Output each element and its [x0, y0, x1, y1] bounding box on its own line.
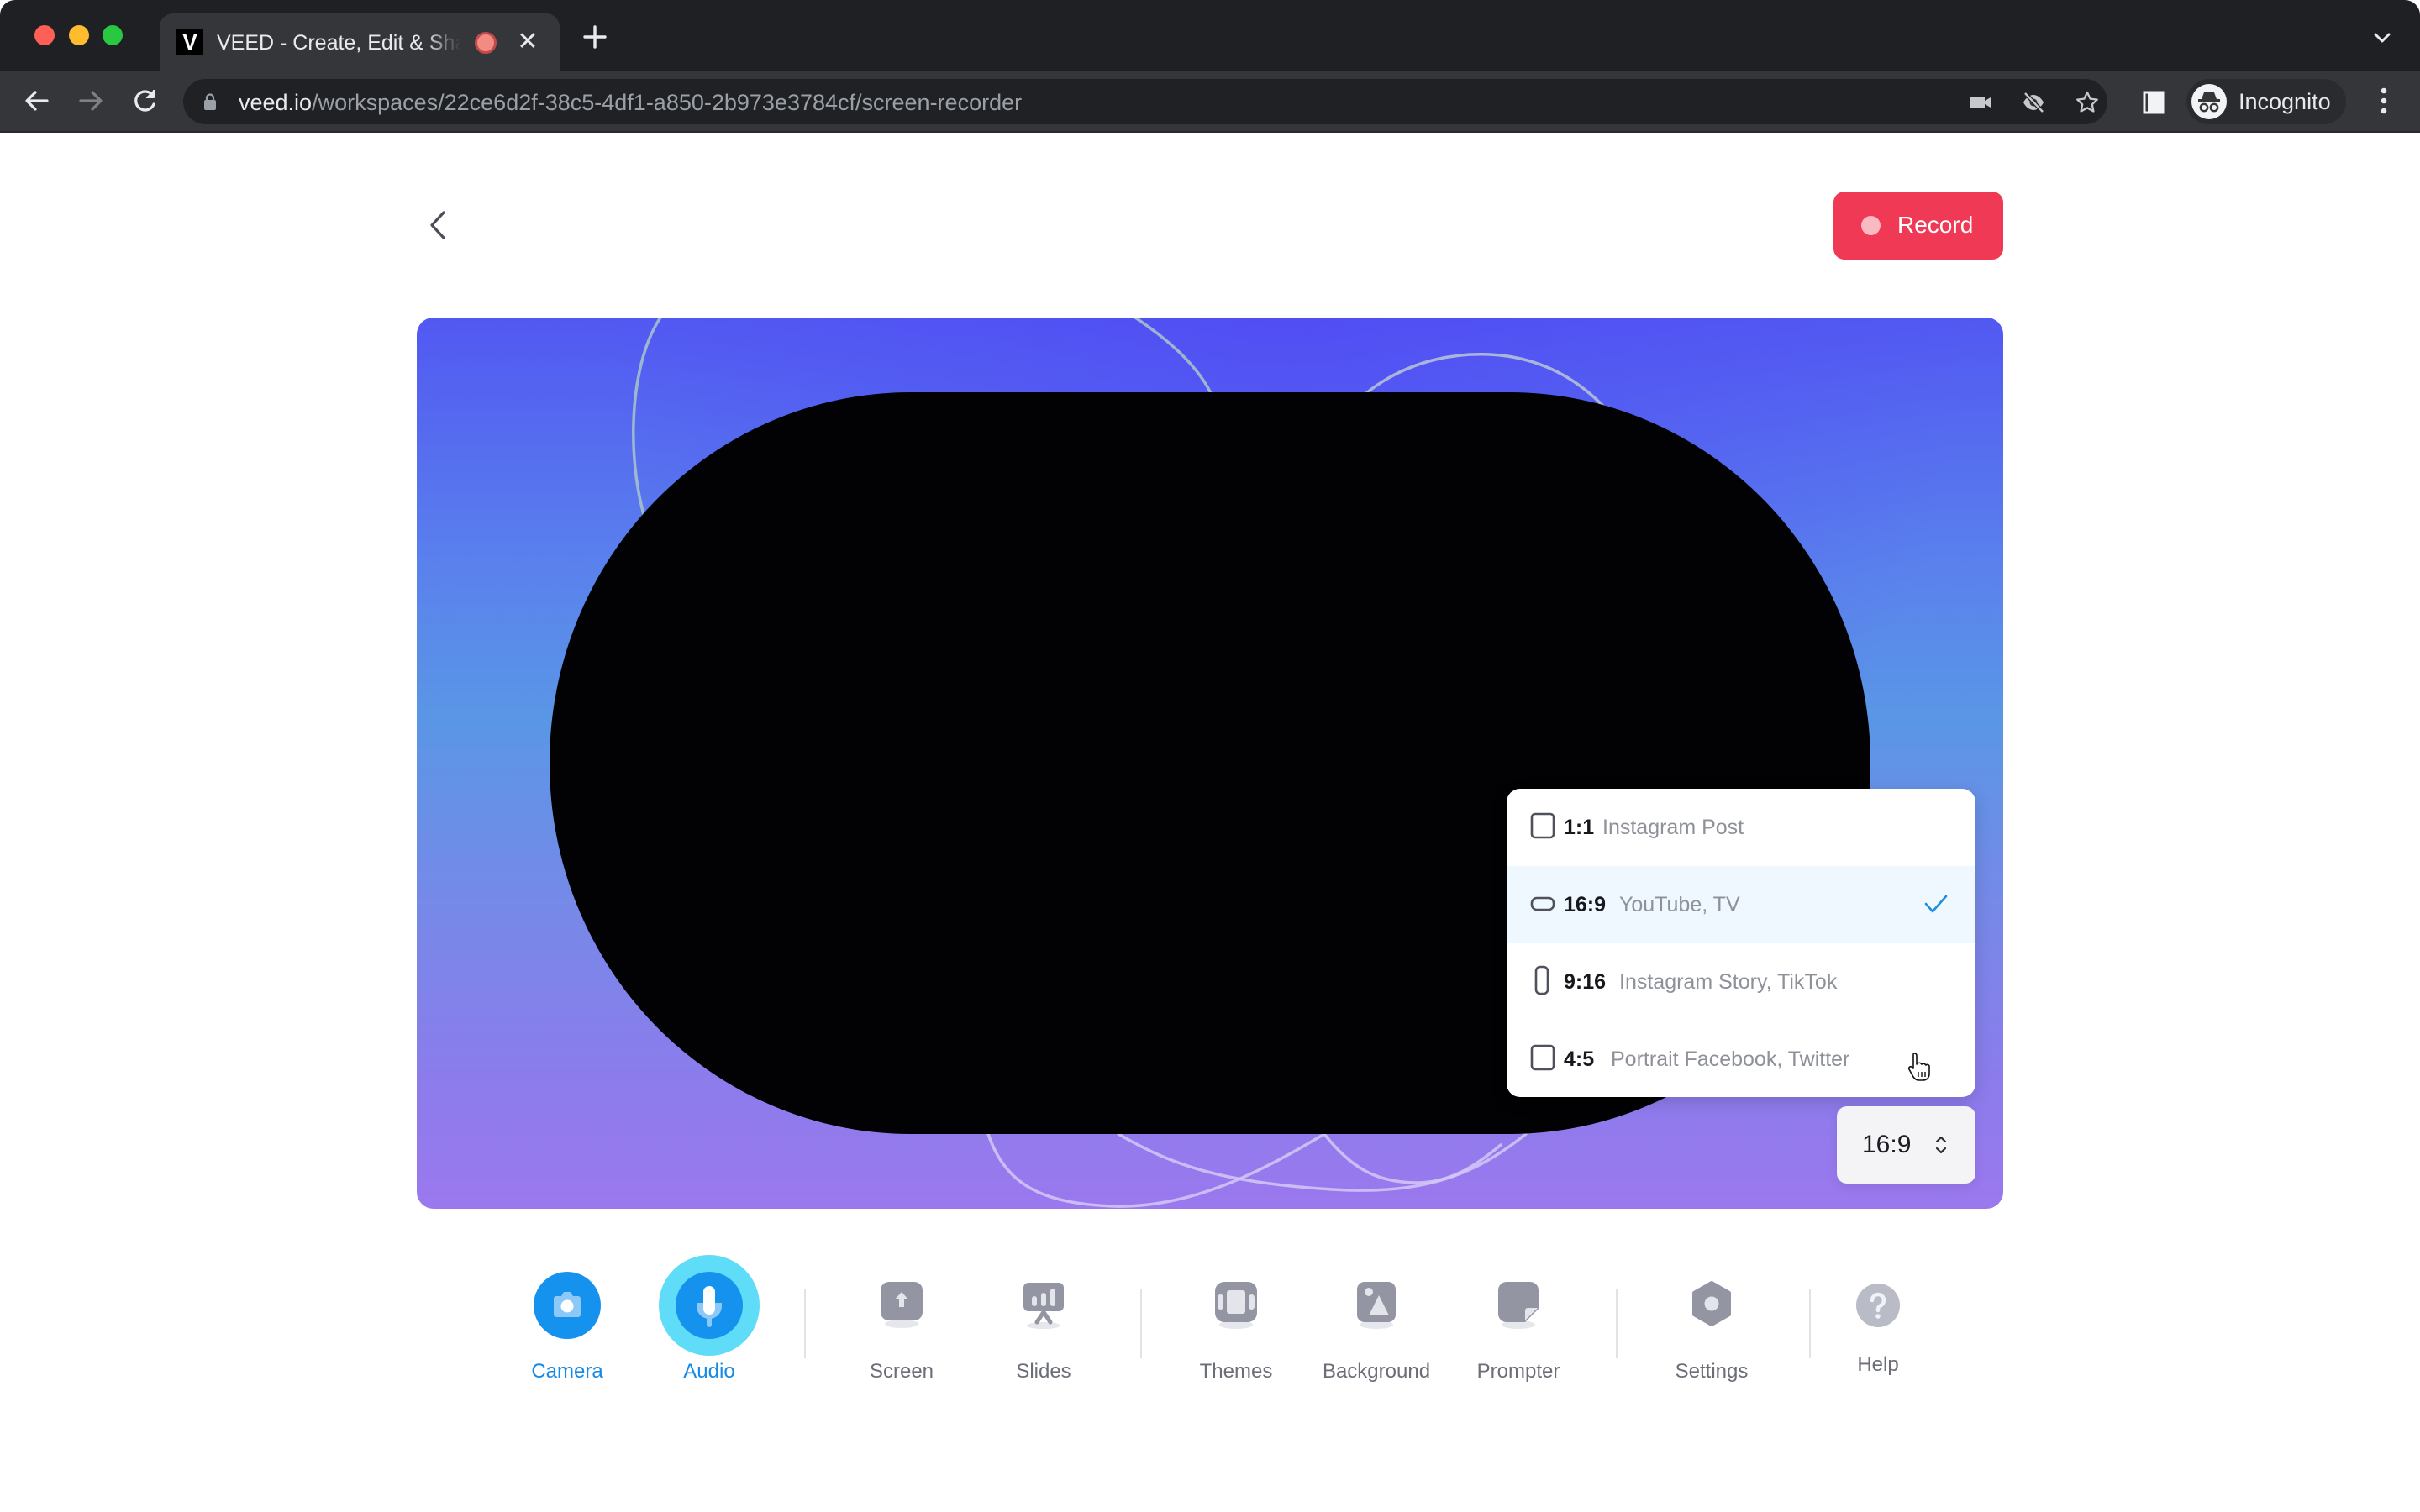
tab-title: VEED - Create, Edit & Share Videos Onlin… [217, 31, 460, 55]
toolbar-label: Prompter [1476, 1360, 1560, 1383]
chevron-up-down-icon [1935, 1136, 1947, 1154]
help-icon [1856, 1284, 1900, 1327]
tab-close-button[interactable]: ✕ [513, 27, 543, 57]
toolbar-label: Audio [683, 1360, 735, 1383]
chevron-left-icon [430, 211, 445, 239]
checkmark-icon [1924, 895, 1948, 913]
new-tab-button[interactable] [580, 22, 610, 52]
toolbar-help-button[interactable]: Help [1811, 1252, 1945, 1394]
landscape-icon [1530, 896, 1555, 911]
slides-icon [1023, 1283, 1064, 1329]
themes-icon [1215, 1282, 1257, 1329]
url-path: /workspaces/22ce6d2f-38c5-4df1-a850-2b97… [312, 90, 1023, 115]
window-minimize-button[interactable] [69, 25, 89, 45]
incognito-label: Incognito [2238, 89, 2331, 114]
incognito-profile-button[interactable]: Incognito [2186, 79, 2346, 124]
star-icon[interactable] [2075, 90, 2100, 115]
browser-toolbar: veed.io/workspaces/22ce6d2f-38c5-4df1-a8… [0, 71, 2420, 133]
aspect-option-ratio: 9:16 [1564, 970, 1607, 994]
tab-search-button[interactable] [2370, 25, 2395, 50]
lock-icon [204, 93, 216, 110]
browser-tab-bar: V VEED - Create, Edit & Share Videos Onl… [0, 0, 2420, 71]
reload-icon [134, 90, 155, 112]
aspect-ratio-value: 16:9 [1862, 1131, 1912, 1158]
eye-off-icon[interactable] [2021, 90, 2046, 115]
hand-cursor-icon [1907, 1053, 1930, 1081]
screen-share-icon [881, 1282, 923, 1328]
side-panel-icon[interactable] [2141, 90, 2166, 115]
url-text[interactable]: veed.io/workspaces/22ce6d2f-38c5-4df1-a8… [239, 89, 1022, 116]
record-dot-icon [1861, 216, 1881, 235]
aspect-option-ratio: 1:1 [1564, 816, 1595, 839]
camera-in-use-icon[interactable] [1968, 90, 1993, 115]
toolbar-label: Help [1857, 1353, 1899, 1376]
toolbar-prompter-button[interactable]: Prompter [1451, 1252, 1586, 1394]
arrow-right-icon [79, 91, 103, 111]
browser-menu-button[interactable] [2371, 84, 2396, 118]
prompter-icon [1498, 1282, 1539, 1329]
toolbar-label: Camera [531, 1360, 603, 1383]
aspect-ratio-dropdown[interactable]: 16:9 [1837, 1106, 1975, 1184]
toolbar-label: Themes [1199, 1360, 1273, 1383]
microphone-icon [659, 1255, 760, 1356]
aspect-option-description: Instagram Post [1602, 816, 1744, 839]
record-button[interactable]: Record [1833, 192, 2003, 260]
forward-nav-button[interactable] [74, 84, 108, 118]
background-icon [1357, 1282, 1396, 1329]
toolbar-screen-button[interactable]: Screen [834, 1252, 969, 1394]
back-button[interactable] [420, 204, 457, 246]
aspect-option-4-5[interactable]: 4:5 Portrait Facebook, Twitter [1507, 1021, 1975, 1097]
recording-icon [475, 32, 497, 54]
toolbar-divider [804, 1289, 806, 1358]
browser-tab[interactable]: V VEED - Create, Edit & Share Videos Onl… [160, 13, 560, 71]
toolbar-label: Screen [869, 1360, 934, 1383]
toolbar-themes-button[interactable]: Themes [1169, 1252, 1303, 1394]
toolbar-label: Settings [1675, 1360, 1749, 1383]
url-host: veed.io [239, 90, 313, 115]
more-vertical-icon [2381, 87, 2387, 114]
incognito-icon [2191, 84, 2227, 119]
toolbar-divider [1140, 1289, 1142, 1358]
recording-preview-canvas: 1:1 Instagram Post 16:9 YouTube, TV 9:16… [417, 318, 2003, 1209]
record-label: Record [1897, 212, 1974, 238]
veed-favicon-icon: V [176, 29, 203, 55]
window-close-button[interactable] [34, 25, 55, 45]
toolbar-label: Slides [1016, 1360, 1071, 1383]
plus-icon [583, 25, 607, 49]
settings-icon [1692, 1281, 1731, 1326]
camera-icon [534, 1272, 601, 1339]
toolbar-divider [1616, 1289, 1618, 1358]
aspect-option-ratio: 4:5 [1564, 1047, 1595, 1071]
toolbar-background-button[interactable]: Background [1309, 1252, 1444, 1394]
address-bar[interactable]: veed.io/workspaces/22ce6d2f-38c5-4df1-a8… [183, 79, 2107, 124]
toolbar-label: Background [1322, 1360, 1431, 1383]
aspect-option-1-1[interactable]: 1:1 Instagram Post [1507, 789, 1975, 866]
aspect-option-description: YouTube, TV [1619, 893, 1740, 916]
aspect-option-description: Portrait Facebook, Twitter [1611, 1047, 1850, 1071]
toolbar-camera-button[interactable]: Camera [500, 1252, 634, 1394]
toolbar-audio-button[interactable]: Audio [642, 1252, 776, 1394]
chevron-down-icon [2374, 33, 2391, 43]
aspect-option-16-9[interactable]: 16:9 YouTube, TV [1507, 866, 1975, 943]
toolbar-settings-button[interactable]: Settings [1644, 1252, 1779, 1394]
reload-button[interactable] [128, 84, 161, 118]
aspect-option-description: Instagram Story, TikTok [1619, 970, 1838, 994]
square-icon [1530, 812, 1555, 839]
square-icon [1530, 1044, 1555, 1071]
window-zoom-button[interactable] [103, 25, 123, 45]
toolbar-slides-button[interactable]: Slides [976, 1252, 1111, 1394]
arrow-left-icon [25, 91, 49, 111]
aspect-ratio-menu: 1:1 Instagram Post 16:9 YouTube, TV 9:16… [1507, 789, 1975, 1097]
aspect-option-ratio: 16:9 [1564, 893, 1607, 916]
back-nav-button[interactable] [20, 84, 54, 118]
aspect-option-9-16[interactable]: 9:16 Instagram Story, TikTok [1507, 943, 1975, 1021]
portrait-icon [1534, 965, 1549, 995]
